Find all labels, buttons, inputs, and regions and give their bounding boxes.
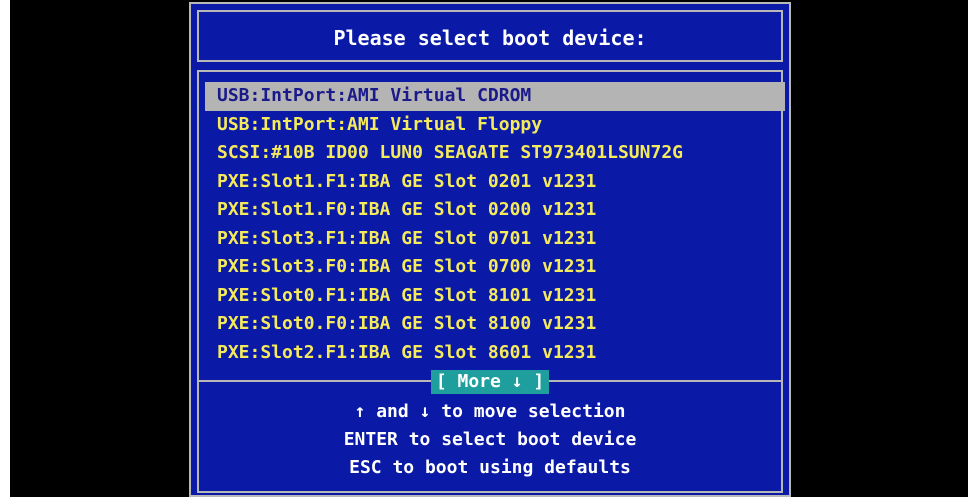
boot-device-item[interactable]: PXE:Slot3.F0:IBA GE Slot 0700 v1231 (205, 253, 785, 282)
help-esc-defaults: ESC to boot using defaults (349, 457, 631, 478)
boot-device-item-selected[interactable]: USB:IntPort:AMI Virtual CDROM (205, 82, 785, 111)
dialog-title: Please select boot device: (333, 26, 647, 50)
title-panel: Please select boot device: (197, 10, 783, 62)
more-indicator: [ More ↓ ] (431, 370, 549, 394)
boot-device-item[interactable]: SCSI:#10B ID00 LUN0 SEAGATE ST973401LSUN… (205, 139, 785, 168)
help-text: ↑ and ↓ to move selection ENTER to selec… (199, 398, 781, 482)
help-enter-select: ENTER to select boot device (343, 429, 637, 450)
boot-device-item[interactable]: PXE:Slot0.F1:IBA GE Slot 8101 v1231 (205, 282, 785, 311)
bottom-border (0, 497, 980, 503)
right-border (968, 0, 980, 503)
boot-device-item[interactable]: PXE:Slot0.F0:IBA GE Slot 8100 v1231 (205, 310, 785, 339)
boot-device-item[interactable]: PXE:Slot2.F1:IBA GE Slot 8601 v1231 (205, 339, 785, 368)
left-border (0, 0, 10, 503)
boot-device-item[interactable]: PXE:Slot3.F1:IBA GE Slot 0701 v1231 (205, 225, 785, 254)
boot-device-item[interactable]: USB:IntPort:AMI Virtual Floppy (205, 111, 785, 140)
boot-device-list: USB:IntPort:AMI Virtual CDROM USB:IntPort… (205, 82, 785, 367)
boot-device-item[interactable]: PXE:Slot1.F1:IBA GE Slot 0201 v1231 (205, 168, 785, 197)
help-move-selection: ↑ and ↓ to move selection (354, 401, 626, 422)
boot-device-dialog: Please select boot device: USB:IntPort:A… (189, 2, 791, 497)
help-panel: ↑ and ↓ to move selection ENTER to selec… (197, 380, 783, 493)
boot-device-list-panel: USB:IntPort:AMI Virtual CDROM USB:IntPort… (197, 70, 785, 382)
boot-device-item[interactable]: PXE:Slot1.F0:IBA GE Slot 0200 v1231 (205, 196, 785, 225)
